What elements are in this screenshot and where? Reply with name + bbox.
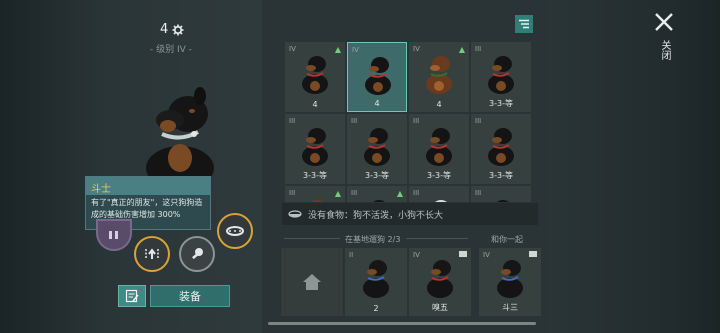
base-dog-card[interactable]: II 2 [345,248,407,316]
base-section-count: 2/3 [387,235,401,244]
with-you-section-title: 和你一起 [491,235,523,244]
dog-icon [488,128,514,166]
base-dog-card[interactable]: IV 嗅五 [409,248,471,316]
bone-icon [192,248,203,260]
dog-icon [365,57,391,95]
dog-card[interactable]: III 3-3-等 [285,114,345,184]
dog-card[interactable]: III 3-3-等 [471,42,531,112]
dog-icon [497,260,523,298]
dog-name: 斗三 [502,303,518,312]
chest-icon [529,251,537,257]
note-edit-icon [125,289,139,303]
dog-card[interactable]: III 3-3-等 [347,114,407,184]
dog-label: 4 [436,100,442,109]
dog-label: 4 [312,100,318,109]
section-divider [406,238,468,239]
dog-name: 2 [373,304,379,313]
companion-dog-card[interactable]: IV 斗三 [479,248,541,316]
upgrade-arrow-icon: ▲ [458,45,465,54]
close-label: 关闭 [659,40,670,60]
home-icon [303,274,321,290]
dog-label: 3-3-等 [489,171,513,180]
rename-button[interactable] [118,285,146,307]
dog-portrait [146,87,214,186]
dog-tier: II [349,251,354,259]
close-icon[interactable] [653,11,675,33]
dog-icon [364,128,390,166]
filter-icon [519,19,529,29]
dog-icon [426,128,452,166]
dog-card[interactable]: III [409,186,469,202]
upgrade-arrow-icon [145,248,159,259]
dog-icon [373,200,385,202]
dog-card[interactable]: III [471,186,531,202]
base-home-slot[interactable] [281,248,343,316]
dog-icon [302,128,328,166]
dog-level-value: 4 [160,22,169,37]
food-status-bar: 没有食物：狗不活泼，小狗不长大 [282,203,538,225]
upgrade-arrow-icon: ▲ [334,189,341,198]
dog-icon [488,56,514,94]
collar-icon [226,226,244,236]
dog-name: 嗅五 [432,303,448,312]
dog-icon [497,200,509,202]
base-section-title: 在基地遛狗 [345,235,385,244]
dog-label: 3-3-等 [303,171,327,180]
perk-title: 斗士 [86,177,210,195]
collar-button[interactable] [217,213,253,249]
dog-tier: IV [413,251,420,259]
dog-icon [363,260,389,298]
equip-button[interactable]: 装备 [150,285,230,307]
section-divider [284,238,340,239]
dog-card[interactable]: IV ▲ 4 [409,42,469,112]
dog-level: 4 [160,22,184,37]
dog-grid: IV ▲ 4 IV 4 IV ▲ 4 III 3-3-等 III 3-3-等 III 3-3-等 III 3-… [285,42,535,202]
horizontal-scrollbar[interactable] [268,322,536,325]
dog-label: 3-3-等 [489,99,513,108]
dog-card[interactable]: IV 4 [347,42,407,112]
dog-label: 4 [374,99,380,108]
chest-icon [459,251,467,257]
dog-card[interactable]: III ▲ [347,186,407,202]
dog-tier: IV [483,251,490,259]
dog-icon [311,200,323,202]
bone-feed-button[interactable] [179,236,215,272]
upgrade-arrow-icon: ▲ [396,189,403,198]
dog-icon [435,200,447,202]
right-panel-background [547,0,720,333]
dog-card[interactable]: III ▲ [285,186,345,202]
sort-filter-button[interactable] [515,15,533,33]
dog-card[interactable]: IV ▲ 4 [285,42,345,112]
dog-icon [302,56,328,94]
dog-icon [427,260,453,298]
dog-card[interactable]: III 3-3-等 [409,114,469,184]
dog-card[interactable]: III 3-3-等 [471,114,531,184]
food-status-text: 没有食物：狗不活泼，小狗不长大 [308,210,444,221]
dog-tier-label: - 级别 IV - [150,45,192,55]
dog-label: 3-3-等 [365,171,389,180]
gear-icon[interactable] [172,24,184,36]
dog-icon [426,56,452,94]
food-bowl-icon [288,210,302,218]
dog-label: 3-3-等 [427,171,451,180]
base-section-header: 在基地遛狗 2/3 [345,234,400,245]
assigned-dogs-row: II 2 IV 嗅五 IV 斗三 [281,248,541,316]
upgrade-arrow-icon: ▲ [334,45,341,54]
upgrade-ability-button[interactable] [134,236,170,272]
pack-icon [109,231,118,239]
